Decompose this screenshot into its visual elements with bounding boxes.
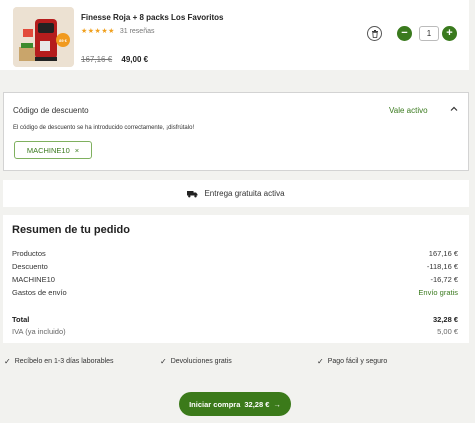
checkout-amount: 32,28 € — [244, 399, 270, 409]
start-checkout-button[interactable]: Iniciar compra 32,28 € → — [179, 392, 291, 416]
check-icon: ✓ — [160, 357, 167, 366]
arrow-right-icon: → — [273, 399, 281, 409]
benefit-label: Devoluciones gratis — [170, 358, 232, 365]
rating-stars-icon: ★★★★★ — [81, 28, 115, 35]
shipping-cost-value: Envío gratis — [418, 288, 458, 297]
check-icon: ✓ — [4, 357, 11, 366]
shipping-cost-label: Gastos de envío — [12, 288, 67, 297]
total-label: Total — [12, 315, 30, 324]
benefit-label: Recíbelo en 1-3 días laborables — [14, 358, 114, 365]
product-prices: 167,16 € 49,00 € — [81, 55, 148, 64]
vat-label: IVA (ya incluido) — [12, 327, 66, 336]
discount-code: MACHINE10 — [26, 145, 70, 155]
increase-quantity-button[interactable]: + — [442, 26, 457, 41]
discount-value: -118,16 € — [426, 262, 458, 271]
truck-icon — [187, 190, 198, 197]
discount-label: Descuento — [12, 262, 48, 271]
summary-row-vat: IVA (ya incluido) 5,00 € — [12, 327, 458, 336]
minus-icon: − — [401, 27, 408, 39]
price-badge: 89 € — [59, 38, 68, 43]
decrease-quantity-button[interactable]: − — [397, 26, 412, 41]
summary-row-shipping: Gastos de envío Envío gratis — [12, 288, 458, 297]
coffee-machine-image: 89 € — [13, 7, 74, 67]
product-rating: ★★★★★ 31 reseñas — [81, 27, 154, 35]
quantity-input[interactable]: 1 — [419, 26, 439, 41]
plus-icon: + — [446, 27, 453, 39]
order-summary: Resumen de tu pedido Productos 167,16 € … — [3, 215, 469, 343]
summary-row-products: Productos 167,16 € — [12, 249, 458, 258]
shipping-status: Entrega gratuita activa — [204, 189, 285, 198]
summary-row-code: MACHINE10 -16,72 € — [12, 275, 458, 284]
discount-code-panel: Código de descuento Vale activo El códig… — [3, 92, 469, 171]
current-price: 49,00 € — [121, 55, 149, 64]
products-label: Productos — [12, 249, 46, 258]
code-label: MACHINE10 — [12, 275, 55, 284]
free-shipping-banner: Entrega gratuita activa — [3, 180, 469, 207]
product-image[interactable]: 89 € — [13, 7, 74, 67]
code-value: -16,72 € — [430, 275, 458, 284]
review-count[interactable]: 31 reseñas — [120, 28, 155, 35]
benefit-returns: ✓ Devoluciones gratis — [160, 357, 232, 366]
chevron-up-icon[interactable] — [449, 104, 459, 114]
check-icon: ✓ — [317, 357, 324, 366]
discount-status: Vale activo — [389, 106, 428, 115]
original-price: 167,16 € — [81, 55, 113, 64]
summary-title: Resumen de tu pedido — [12, 224, 130, 236]
benefit-payment: ✓ Pago fácil y seguro — [317, 357, 387, 366]
products-value: 167,16 € — [428, 249, 458, 258]
vat-value: 5,00 € — [437, 327, 458, 336]
benefit-delivery: ✓ Recíbelo en 1-3 días laborables — [4, 357, 114, 366]
discount-code-chip[interactable]: MACHINE10 × — [14, 141, 92, 159]
cart-item-card: 89 € Finesse Roja + 8 packs Los Favorito… — [0, 0, 469, 70]
summary-row-total: Total 32,28 € — [12, 315, 458, 324]
trash-icon — [371, 29, 378, 38]
checkout-label: Iniciar compra — [189, 399, 241, 409]
discount-title[interactable]: Código de descuento — [13, 106, 89, 115]
total-value: 32,28 € — [432, 315, 458, 324]
benefit-label: Pago fácil y seguro — [327, 358, 388, 365]
product-name[interactable]: Finesse Roja + 8 packs Los Favoritos — [81, 13, 224, 22]
close-icon[interactable]: × — [75, 146, 79, 155]
discount-success-message: El código de descuento se ha introducido… — [13, 125, 195, 131]
summary-row-discount: Descuento -118,16 € — [12, 262, 458, 271]
remove-item-button[interactable] — [367, 26, 382, 41]
